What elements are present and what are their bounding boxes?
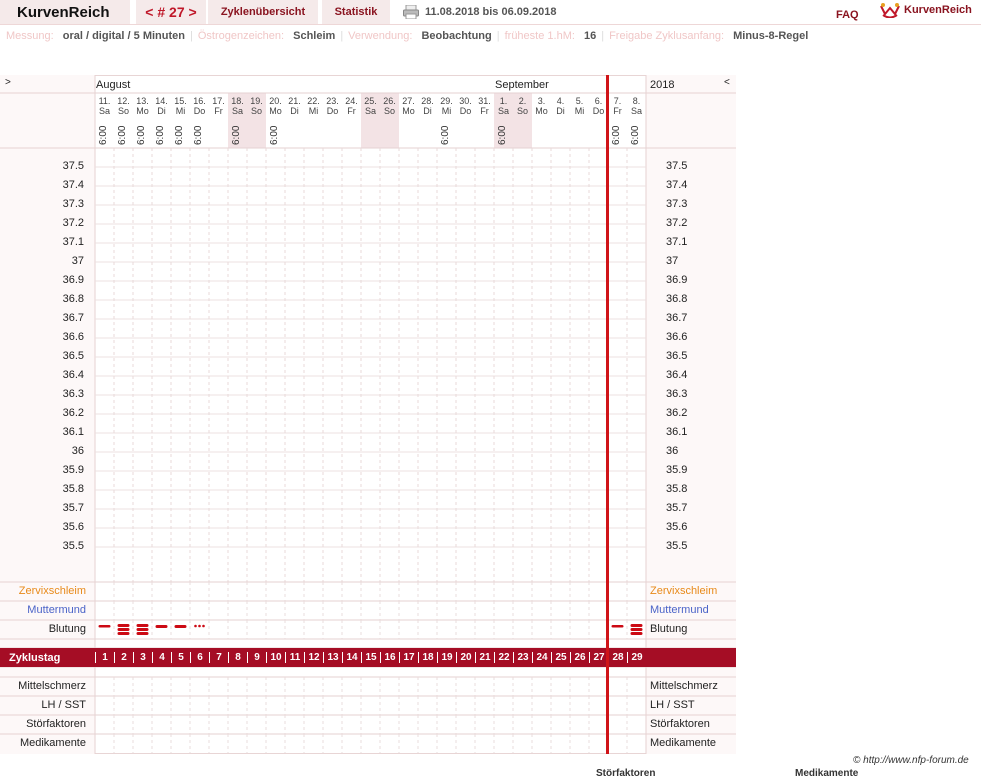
cycle-day-number: 25 [555, 652, 567, 663]
cycle-day-number: 3 [140, 652, 146, 663]
cycle-day-number: 18 [422, 652, 434, 663]
cycle-day-label: Zyklustag [9, 652, 61, 664]
cycle-day-number: 21 [479, 652, 491, 663]
cycle-day-number: 10 [270, 652, 282, 663]
cycle-day-number: 12 [308, 652, 320, 663]
cycle-day-number: 2 [121, 652, 127, 663]
cycle-day-number: 23 [517, 652, 529, 663]
today-marker [606, 75, 609, 754]
cycle-day-number: 8 [235, 652, 241, 663]
cycle-day-number: 26 [574, 652, 586, 663]
cycle-day-number: 11 [289, 652, 301, 663]
cycle-day-number: 9 [254, 652, 260, 663]
cycle-day-number: 7 [216, 652, 222, 663]
cycle-day-number: 13 [327, 652, 339, 663]
footer-label-stoerfaktoren: Störfaktoren [596, 768, 656, 779]
cycle-day-number: 4 [159, 652, 165, 663]
cycle-day-number: 1 [102, 652, 108, 663]
footer-label-medikamente: Medikamente [795, 768, 859, 779]
cycle-day-number: 17 [403, 652, 415, 663]
cycle-day-number: 5 [178, 652, 184, 663]
cycle-day-number: 19 [441, 652, 453, 663]
footer-credit[interactable]: © http://www.nfp-forum.de [853, 755, 969, 766]
cycle-day-number: 6 [197, 652, 203, 663]
cycle-day-number: 22 [498, 652, 510, 663]
cycle-day-number: 16 [384, 652, 396, 663]
cycle-day-number: 14 [346, 652, 358, 663]
cycle-day-number: 24 [536, 652, 548, 663]
cycle-day-number: 15 [365, 652, 377, 663]
cycle-day-number: 29 [631, 652, 643, 663]
cycle-day-number: 20 [460, 652, 472, 663]
cycle-day-number: 28 [612, 652, 624, 663]
